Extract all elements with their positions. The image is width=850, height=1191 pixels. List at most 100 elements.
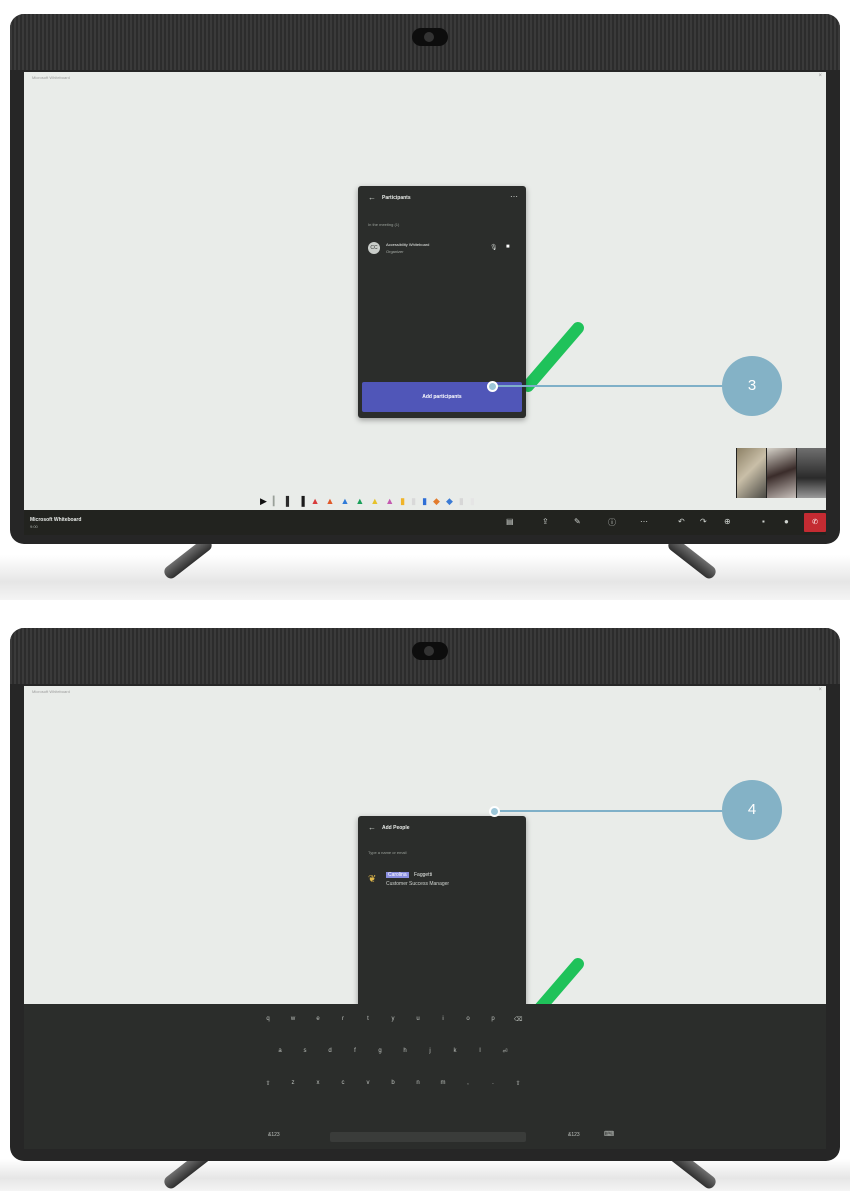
more-options-icon[interactable]: ⋯ — [510, 192, 518, 201]
space-key[interactable] — [330, 1132, 526, 1142]
panel-title: Add People — [382, 825, 410, 831]
camera-icon — [412, 642, 448, 660]
key[interactable]: l — [476, 1048, 484, 1055]
marker-tool[interactable]: ◆ — [446, 496, 453, 506]
pen-tool[interactable]: ▲ — [340, 496, 349, 506]
pen-tool[interactable]: ▲ — [355, 496, 364, 506]
mic-toggle-icon[interactable]: ● — [784, 517, 789, 526]
device-step-3: Microsoft Whiteboard × ← Participants ⋯ … — [0, 0, 850, 600]
key[interactable]: e — [314, 1016, 322, 1023]
key[interactable]: u — [414, 1016, 422, 1023]
key[interactable]: i — [439, 1016, 447, 1023]
panel-title: Participants — [382, 195, 411, 201]
key[interactable]: b — [389, 1080, 397, 1087]
display-frame: Microsoft Whiteboard × ← Participants ⋯ … — [10, 14, 840, 544]
ink-toolbar: ▶ ▎ ▌ ▐ ▲ ▲ ▲ ▲ ▲ ▲ ▮ ▮ ▮ ◆ ◆ ▮ ▮ — [260, 492, 640, 510]
keyboard-row-2: a s d f g h j k l ⏎ — [276, 1048, 509, 1055]
key[interactable]: y — [389, 1016, 397, 1023]
video-tile[interactable] — [736, 448, 766, 498]
camera-toggle-icon[interactable]: ▪ — [762, 517, 765, 526]
video-tile[interactable] — [766, 448, 796, 498]
key[interactable]: j — [426, 1048, 434, 1055]
key[interactable]: q — [264, 1016, 272, 1023]
callout-line — [490, 385, 726, 387]
keyboard-row-3: ⇧ z x c v b n m , . ⇧ — [264, 1080, 522, 1087]
display-frame: Microsoft Whiteboard × ← Add People Type… — [10, 628, 840, 1161]
back-arrow-icon[interactable]: ← — [368, 823, 376, 832]
video-camera-icon[interactable]: ■ — [506, 244, 510, 250]
enter-key[interactable]: ⏎ — [501, 1048, 509, 1055]
key[interactable]: o — [464, 1016, 472, 1023]
key[interactable]: . — [489, 1080, 497, 1087]
pen-icon[interactable]: ✎ — [574, 517, 581, 526]
video-tile[interactable] — [796, 448, 826, 498]
participant-row[interactable]: CC Accessibility Whiteboard Organizer 🎙 … — [368, 242, 518, 262]
microphone-icon[interactable]: 🎙 — [490, 244, 498, 251]
key[interactable]: d — [326, 1048, 334, 1055]
key[interactable]: g — [376, 1048, 384, 1055]
device-step-4: Microsoft Whiteboard × ← Add People Type… — [0, 614, 850, 1191]
ruler-tool[interactable]: ▮ — [470, 496, 475, 506]
key[interactable]: s — [301, 1048, 309, 1055]
suggestion-last-name: Faggetti — [414, 872, 433, 878]
redo-icon[interactable]: ↷ — [700, 517, 707, 526]
marker-tool[interactable]: ▮ — [422, 496, 427, 506]
pointer-icon[interactable]: ▶ — [260, 496, 267, 506]
key[interactable]: v — [364, 1080, 372, 1087]
share-icon[interactable]: ⇪ — [542, 517, 549, 526]
key[interactable]: m — [439, 1080, 447, 1087]
camera-icon — [412, 28, 448, 46]
key[interactable]: f — [351, 1048, 359, 1055]
marker-tool[interactable]: ◆ — [433, 496, 440, 506]
zoom-icon[interactable]: ⊕ — [724, 517, 731, 526]
key[interactable]: w — [289, 1016, 297, 1023]
close-icon[interactable]: × — [818, 73, 822, 79]
key[interactable]: t — [364, 1016, 372, 1023]
undo-icon[interactable]: ↶ — [678, 517, 685, 526]
participant-name: Accessibility Whiteboard — [386, 242, 430, 247]
video-gallery — [736, 448, 826, 498]
backspace-key[interactable]: ⌫ — [514, 1016, 522, 1023]
floor-shadow — [0, 1159, 850, 1191]
pen-tool[interactable]: ▲ — [370, 496, 379, 506]
key[interactable]: p — [489, 1016, 497, 1023]
shift-key[interactable]: ⇧ — [264, 1080, 272, 1087]
avatar: CC — [368, 242, 380, 254]
pen-tool[interactable]: ▌ — [286, 496, 292, 506]
pen-tool[interactable]: ▐ — [298, 496, 304, 506]
pen-tool[interactable]: ▲ — [385, 496, 394, 506]
pen-tool[interactable]: ▲ — [326, 496, 335, 506]
on-screen-keyboard: q w e r t y u i o p ⌫ a s d f g h j k l … — [24, 1004, 826, 1149]
key[interactable]: x — [314, 1080, 322, 1087]
highlighter-tool[interactable]: ▮ — [411, 496, 416, 506]
key[interactable]: , — [464, 1080, 472, 1087]
window-title: Microsoft Whiteboard — [32, 75, 70, 80]
info-icon[interactable]: ⓘ — [608, 517, 616, 528]
back-arrow-icon[interactable]: ← — [368, 193, 376, 202]
pen-tool[interactable]: ▎ — [273, 496, 280, 506]
symbols-key[interactable]: &123 — [268, 1132, 280, 1138]
close-icon[interactable]: × — [818, 687, 822, 693]
people-suggestion[interactable]: ❦ Carolina Faggetti Customer Success Man… — [368, 872, 518, 894]
key[interactable]: a — [276, 1048, 284, 1055]
eraser-tool[interactable]: ▮ — [459, 496, 464, 506]
key[interactable]: c — [339, 1080, 347, 1087]
key[interactable]: r — [339, 1016, 347, 1023]
search-input[interactable]: Type a name or email — [368, 850, 406, 855]
avatar: ❦ — [368, 874, 377, 885]
symbols-key[interactable]: &123 — [568, 1132, 580, 1138]
highlighter-tool[interactable]: ▮ — [400, 496, 405, 506]
window-title: Microsoft Whiteboard — [32, 689, 70, 694]
key[interactable]: z — [289, 1080, 297, 1087]
key[interactable]: h — [401, 1048, 409, 1055]
floor-shadow — [0, 555, 850, 600]
key[interactable]: n — [414, 1080, 422, 1087]
hang-up-button[interactable]: ✆ — [804, 513, 826, 532]
more-icon[interactable]: ⋯ — [640, 517, 648, 526]
shift-key[interactable]: ⇧ — [514, 1080, 522, 1087]
pen-tool[interactable]: ▲ — [311, 496, 320, 506]
keyboard-hide-icon[interactable]: ⌨ — [604, 1130, 614, 1138]
suggestion-first-name: Carolina — [386, 872, 409, 878]
layout-icon[interactable]: ▤ — [506, 517, 514, 526]
key[interactable]: k — [451, 1048, 459, 1055]
